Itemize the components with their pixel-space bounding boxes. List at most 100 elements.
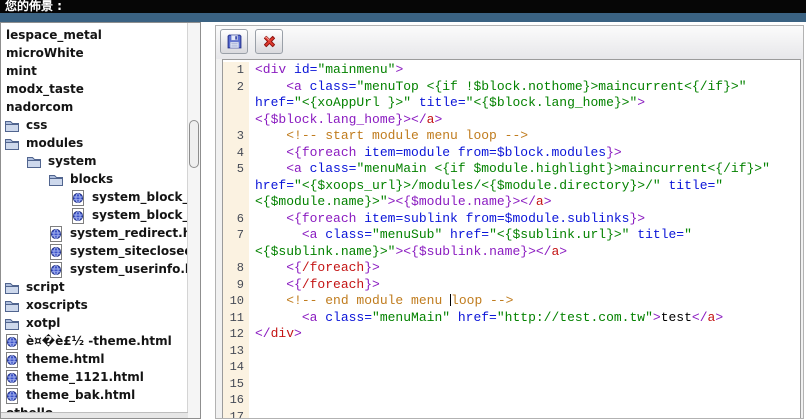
delete-button[interactable] xyxy=(255,29,283,54)
tree-item[interactable]: nadorcom xyxy=(1,99,200,117)
code-line: 7 <a class="menuSub" href="<{$sublink.ur… xyxy=(223,227,800,244)
code-line-text: <a class="menuTop <{if !$block.nothome}>… xyxy=(249,79,800,96)
tree-item-label: system_userinfo.html xyxy=(70,262,200,276)
window-title-bar: 您的佈景 : xyxy=(0,0,806,22)
code-line: <{$module.name}>"><{$module.name}></a> xyxy=(223,194,800,211)
line-number: 10 xyxy=(223,293,249,310)
folder-icon xyxy=(4,118,20,134)
tree-item-label: css xyxy=(26,118,47,132)
code-line-text: <{/foreach}> xyxy=(249,260,800,277)
line-number: 4 xyxy=(223,145,249,162)
line-number xyxy=(223,112,249,129)
tree-item-label: xoscripts xyxy=(26,298,88,312)
code-line: 2 <a class="menuTop <{if !$block.nothome… xyxy=(223,79,800,96)
tree-item[interactable]: xoscripts xyxy=(1,297,200,315)
tree-item[interactable]: system_siteclosed.html xyxy=(1,243,200,261)
tree-item-label: theme_1121.html xyxy=(26,370,144,384)
tree-item-label: xotpl xyxy=(26,316,60,330)
code-line: 5 <a class="menuMain <{if $module.highli… xyxy=(223,161,800,178)
code-line-text xyxy=(249,392,800,409)
save-icon xyxy=(226,37,243,54)
tree-vertical-scrollbar[interactable] xyxy=(187,23,200,418)
code-line-text xyxy=(249,376,800,393)
tree-item[interactable]: modules xyxy=(1,135,200,153)
save-button[interactable] xyxy=(220,29,248,54)
folder-icon xyxy=(4,316,20,332)
tree-item-label: theme_bak.html xyxy=(26,388,135,402)
code-line: 15 xyxy=(223,376,800,393)
tree-item[interactable]: theme_bak.html xyxy=(1,387,200,405)
tree-item[interactable]: microWhite xyxy=(1,45,200,63)
tree-scrollbar-thumb[interactable] xyxy=(189,120,199,168)
tree-item-label: microWhite xyxy=(6,46,84,60)
code-line-text xyxy=(249,343,800,360)
line-number: 12 xyxy=(223,326,249,343)
tree-item[interactable]: system_block_mainmenu.html xyxy=(1,189,200,207)
code-line: 6 <{foreach item=sublink from=$module.su… xyxy=(223,211,800,228)
tree-item[interactable]: è¤�è£½ -theme.html xyxy=(1,333,200,351)
code-line: 11 <a class="menuMain" href="http://test… xyxy=(223,310,800,327)
code-line-text: <a class="menuMain" href="http://test.co… xyxy=(249,310,800,327)
html-file-icon xyxy=(4,352,20,368)
code-line: 8 <{/foreach}> xyxy=(223,260,800,277)
code-line-text: <{/foreach}> xyxy=(249,277,800,294)
code-line: 14 xyxy=(223,359,800,376)
tree-item[interactable]: modx_taste xyxy=(1,81,200,99)
folder-icon xyxy=(26,154,42,170)
html-file-icon xyxy=(70,208,86,224)
code-line-text: <{$block.lang_home}></a> xyxy=(249,112,800,129)
tree-horizontal-scrollbar[interactable] xyxy=(1,412,188,418)
code-line-text: <div id="mainmenu"> xyxy=(249,62,800,79)
html-file-icon xyxy=(70,190,86,206)
code-line-text: <{$sublink.name}>"><{$sublink.name}></a> xyxy=(249,244,800,261)
line-number: 14 xyxy=(223,359,249,376)
tree-item[interactable]: blocks xyxy=(1,171,200,189)
line-number: 11 xyxy=(223,310,249,327)
theme-file-tree: lespace_metalmicroWhite mint modx_tastenad… xyxy=(0,22,201,419)
tree-item[interactable]: css xyxy=(1,117,200,135)
line-number: 2 xyxy=(223,79,249,96)
code-line: 17 xyxy=(223,409,800,419)
line-number: 8 xyxy=(223,260,249,277)
tree-item-label: system xyxy=(48,154,97,168)
code-line: 3 <!-- start module menu loop --> xyxy=(223,128,800,145)
code-line: 9 <{/foreach}> xyxy=(223,277,800,294)
html-file-icon xyxy=(4,334,20,350)
theme-editor-page: { "header": { "title": "您的佈景 :" }, "colo… xyxy=(0,0,806,419)
folder-icon xyxy=(4,136,20,152)
tree-item-label: theme.html xyxy=(26,352,105,366)
line-number xyxy=(223,95,249,112)
tree-item[interactable]: xotpl xyxy=(1,315,200,333)
code-line-text xyxy=(249,359,800,376)
line-number: 1 xyxy=(223,62,249,79)
code-line-text: <a class="menuMain <{if $module.highligh… xyxy=(249,161,800,178)
code-line: 12</div> xyxy=(223,326,800,343)
code-line-text: <a class="menuSub" href="<{$sublink.url}… xyxy=(249,227,800,244)
tree-item[interactable]: system xyxy=(1,153,200,171)
tree-item-label: modules xyxy=(26,136,83,150)
tree-item-label: system_siteclosed.html xyxy=(70,244,200,258)
tree-item[interactable]: lespace_metal xyxy=(1,27,200,45)
tree-item[interactable]: system_redirect.html xyxy=(1,225,200,243)
tree-item-label: script xyxy=(26,280,65,294)
line-number: 3 xyxy=(223,128,249,145)
html-file-icon xyxy=(4,370,20,386)
code-line-text: href="<{$xoops_url}>/modules/<{$module.d… xyxy=(249,178,800,195)
line-number xyxy=(223,244,249,261)
tree-item[interactable]: theme.html xyxy=(1,351,200,369)
tree-item-label: mint xyxy=(6,64,37,78)
tree-item-label: modx_taste xyxy=(6,82,84,96)
html-file-icon xyxy=(48,262,64,278)
tree-item[interactable]: system_block_user.html xyxy=(1,207,200,225)
code-line-text: <!-- end module menu loop --> xyxy=(249,293,800,310)
tree-item[interactable]: system_userinfo.html xyxy=(1,261,200,279)
folder-icon xyxy=(48,172,64,188)
tree-item[interactable]: mint xyxy=(1,63,200,81)
tree-item[interactable]: theme_1121.html xyxy=(1,369,200,387)
code-line: 4 <{foreach item=module from=$block.modu… xyxy=(223,145,800,162)
tree-item[interactable]: script xyxy=(1,279,200,297)
code-editing-area[interactable]: 1<div id="mainmenu">2 <a class="menuTop … xyxy=(222,59,801,418)
tree-item-label: system_redirect.html xyxy=(70,226,200,240)
line-number: 15 xyxy=(223,376,249,393)
line-number: 9 xyxy=(223,277,249,294)
